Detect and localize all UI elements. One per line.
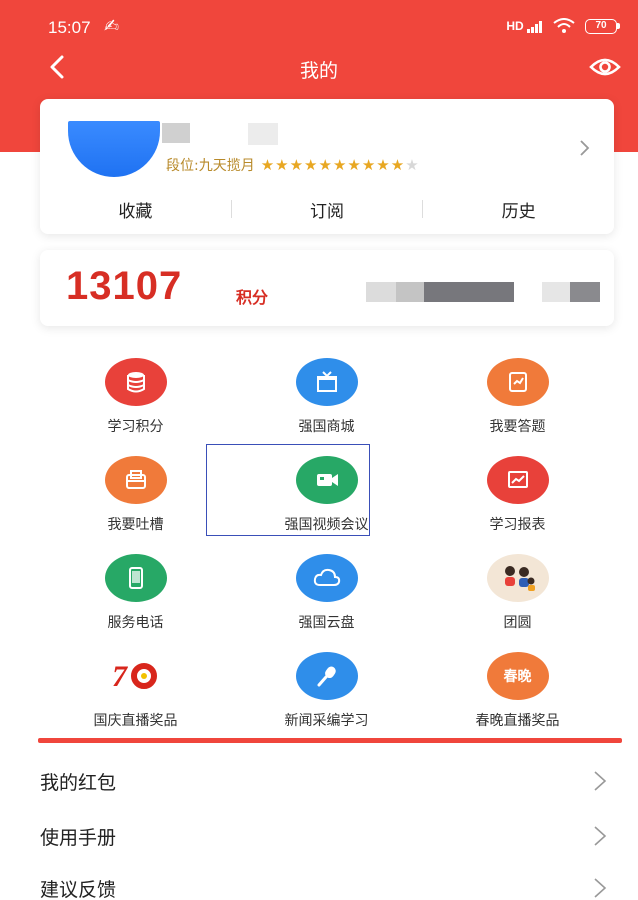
tab-history[interactable]: 历史 (423, 197, 614, 222)
feature-study-points[interactable]: 学习积分 (40, 350, 231, 448)
blurred-username-extra (248, 123, 278, 145)
status-bar: 15:07 ✍ HD 70 (0, 8, 638, 42)
points-unit: 积分 (236, 288, 269, 307)
feature-label: 学习报表 (489, 517, 546, 533)
feature-label: 春晚直播奖品 (475, 713, 560, 729)
spring-gala-icon: 春晚 (486, 652, 549, 700)
menu-item-feedback[interactable]: 建议反馈 (40, 863, 614, 900)
signal-label: HD (506, 19, 524, 33)
feature-shop[interactable]: 强国商城 (231, 350, 422, 448)
mailbox-icon (104, 456, 167, 504)
highlight-box (206, 444, 370, 536)
feature-label: 强国商城 (298, 419, 355, 435)
feature-news-study[interactable]: 新闻采编学习 (231, 644, 422, 742)
notification-icon: ✍ (104, 16, 120, 37)
blurred-info (570, 282, 600, 302)
feature-cloud-drive[interactable]: 强国云盘 (231, 546, 422, 644)
tab-subscriptions[interactable]: 订阅 (232, 197, 423, 222)
feature-label: 服务电话 (107, 615, 164, 631)
phone-icon (104, 554, 167, 602)
feature-reunion[interactable]: 团圆 (422, 546, 613, 644)
blurred-info (542, 282, 570, 302)
eye-icon[interactable] (588, 52, 622, 82)
microphone-icon (295, 652, 358, 700)
feature-service-phone[interactable]: 服务电话 (40, 546, 231, 644)
profile-tabs: 收藏 订阅 历史 (40, 189, 614, 229)
feature-label: 团圆 (503, 615, 532, 631)
page-title: 我的 (299, 60, 338, 82)
cloud-icon (295, 554, 358, 602)
database-icon (104, 358, 167, 406)
feature-label: 新闻采编学习 (284, 713, 369, 729)
seventy-anniversary-icon: 7 (104, 652, 167, 700)
rank-stars: ★★★★★★★★★★★ (261, 156, 420, 174)
blurred-info (396, 282, 424, 302)
quiz-paper-icon (486, 358, 549, 406)
feature-national-day-prize[interactable]: 7 国庆直播奖品 (40, 644, 231, 742)
rank-line: 段位:九天揽月 ★★★★★★★★★★★ (166, 155, 420, 175)
feature-study-report[interactable]: 学习报表 (422, 448, 613, 546)
feature-label: 学习积分 (107, 419, 164, 435)
chevron-right-icon (594, 771, 607, 791)
feature-label: 强国云盘 (298, 615, 355, 631)
points-card[interactable]: 13107 积分 (40, 250, 614, 326)
feature-quiz[interactable]: 我要答题 (422, 350, 613, 448)
menu-label: 建议反馈 (40, 879, 117, 900)
status-time: 15:07 (48, 18, 91, 37)
feature-feedback-box[interactable]: 我要吐槽 (40, 448, 231, 546)
profile-card[interactable]: 段位:九天揽月 ★★★★★★★★★★★ 收藏 订阅 历史 (40, 99, 614, 234)
status-indicators: HD 70 (506, 18, 620, 34)
feature-label: 国庆直播奖品 (93, 713, 178, 729)
battery-level: 70 (585, 18, 617, 34)
blurred-username (162, 123, 190, 143)
chevron-right-icon[interactable] (578, 137, 592, 159)
feature-label: 我要吐槽 (107, 517, 164, 533)
chevron-right-icon (594, 826, 607, 846)
reunion-people-icon (486, 554, 549, 602)
menu-label: 使用手册 (40, 827, 117, 849)
feature-spring-gala-prize[interactable]: 春晚 春晚直播奖品 (422, 644, 613, 742)
battery-icon: 70 (585, 18, 620, 34)
avatar[interactable] (68, 121, 160, 177)
stars-empty: ★ (405, 156, 420, 174)
rank-text: 段位:九天揽月 (166, 158, 255, 174)
points-value: 13107 (66, 264, 183, 308)
blurred-info (366, 282, 396, 302)
chart-report-icon (486, 456, 549, 504)
chevron-right-icon (594, 878, 607, 898)
blurred-info (424, 282, 514, 302)
tab-favorites[interactable]: 收藏 (40, 197, 231, 222)
menu-label: 我的红包 (40, 772, 117, 794)
section-divider (38, 738, 622, 743)
nav-bar: 我的 (0, 46, 638, 90)
feature-grid: 学习积分 强国商城 我要答题 我要吐槽 强国视频会议 学习报表 服务电话 强国云… (40, 350, 614, 742)
svg-text:7: 7 (112, 660, 128, 693)
wifi-icon (553, 18, 575, 33)
stars-filled: ★★★★★★★★★★ (260, 156, 406, 174)
menu-item-red-packet[interactable]: 我的红包 (40, 756, 614, 806)
feature-label: 我要答题 (489, 419, 546, 435)
menu-item-user-manual[interactable]: 使用手册 (40, 811, 614, 861)
spring-gala-badge: 春晚 (503, 669, 532, 685)
signal-icon: HD (506, 19, 543, 33)
gift-box-icon (295, 358, 358, 406)
